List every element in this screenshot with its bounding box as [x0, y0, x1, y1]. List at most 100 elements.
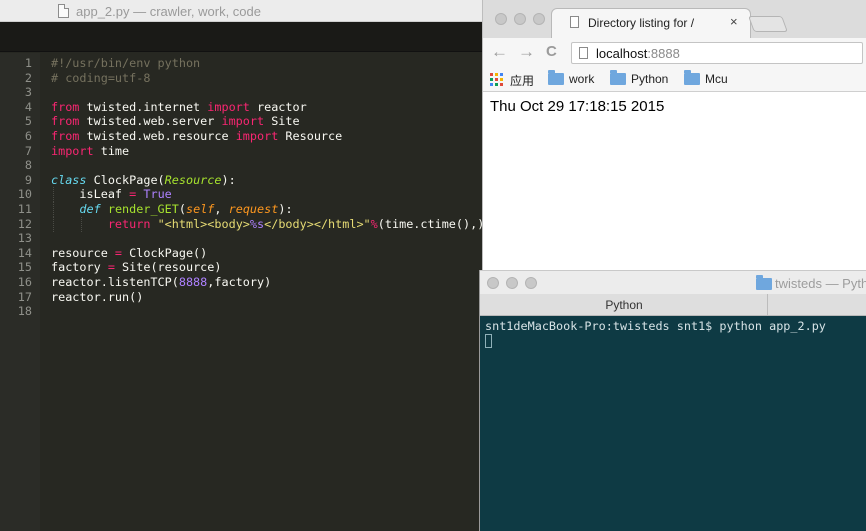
- code-token: from: [51, 99, 80, 114]
- minimize-window-icon[interactable]: [514, 13, 526, 25]
- line-number: 8: [24, 158, 32, 173]
- terminal-titlebar[interactable]: twisteds — Pyth: [480, 270, 866, 294]
- code-line: from twisted.web.resource import Resourc…: [51, 129, 342, 144]
- code-token: return: [107, 216, 151, 231]
- browser-window: Directory listing for / × ← → C localhos…: [482, 0, 866, 270]
- code-token: # coding=utf-8: [51, 70, 151, 85]
- line-number: 3: [24, 85, 32, 100]
- browser-toolbar: ← → C localhost:8888: [483, 38, 866, 66]
- bookmark-apps[interactable]: 应用: [490, 71, 540, 88]
- zoom-window-icon[interactable]: [533, 13, 545, 25]
- terminal-tab-python[interactable]: Python: [480, 294, 768, 315]
- terminal-tab-bar: Python: [480, 294, 866, 316]
- code-token: True: [143, 187, 172, 202]
- code-token: import: [235, 129, 279, 143]
- code-area[interactable]: 1 2 3 4 5 6 7 8 9 10 11 12 13 14 15 16 17 18 #!/usr/bin/e…: [0, 53, 485, 531]
- code-token: "<html><body>: [157, 216, 250, 231]
- editor-window-title: app_2.py — crawler, work, code: [76, 4, 261, 19]
- folder-icon: [756, 275, 772, 290]
- address-bar-url: localhost:8888: [596, 46, 680, 61]
- code-token: 8888: [178, 275, 208, 289]
- zoom-window-icon[interactable]: [525, 277, 537, 289]
- line-number: 18: [17, 304, 32, 319]
- document-icon: [58, 4, 69, 18]
- code-token: twisted.web.resource: [79, 129, 236, 143]
- bookmark-label: work: [569, 72, 595, 86]
- editor-titlebar[interactable]: app_2.py — crawler, work, code: [0, 0, 482, 22]
- line-number: 1: [24, 56, 32, 70]
- close-tab-icon[interactable]: ×: [730, 14, 738, 29]
- code-token: ,factory): [207, 275, 272, 289]
- address-bar[interactable]: localhost:8888: [571, 42, 863, 64]
- code-token: Resource: [164, 172, 222, 187]
- close-window-icon[interactable]: [487, 277, 499, 289]
- code-token: reactor.run(): [51, 289, 144, 304]
- reload-icon[interactable]: C: [546, 42, 557, 62]
- code-token: (: [157, 172, 165, 187]
- code-line: from twisted.internet import reactor: [51, 100, 307, 115]
- minimize-window-icon[interactable]: [506, 277, 518, 289]
- code-token: reactor: [249, 99, 307, 114]
- code-token: =: [107, 260, 115, 275]
- line-number: 15: [17, 260, 32, 275]
- code-line: def render_GET(self, request):: [51, 202, 293, 217]
- terminal-window-title: twisteds — Pyth: [775, 276, 866, 291]
- code-token: import: [51, 143, 94, 158]
- terminal-window: twisteds — Pyth Python snt1deMacBook-Pro…: [479, 270, 866, 531]
- code-token: import: [221, 114, 265, 129]
- indent-guide: [53, 202, 54, 217]
- bookmark-python[interactable]: Python: [610, 70, 675, 87]
- code-token: twisted.web.server: [79, 114, 222, 129]
- back-arrow-icon[interactable]: ←: [491, 42, 508, 62]
- indent-guide: [81, 216, 83, 232]
- page-icon: [579, 47, 588, 59]
- page-timestamp-text: Thu Oct 29 17:18:15 2015: [490, 98, 665, 115]
- code-line: from twisted.web.server import Site: [51, 114, 300, 129]
- code-token: =: [114, 245, 123, 260]
- code-token: </body></html>": [264, 216, 371, 231]
- browser-tab-strip: Directory listing for / ×: [483, 0, 866, 38]
- forward-arrow-icon[interactable]: →: [518, 42, 535, 62]
- terminal-output[interactable]: snt1deMacBook-Pro:twisteds snt1$ python …: [480, 316, 866, 531]
- bookmark-work[interactable]: work: [548, 70, 603, 87]
- code-token: ClockPage: [93, 172, 158, 187]
- code-token: reactor.listenTCP(: [51, 275, 179, 289]
- code-token: (time.ctime(),): [377, 216, 485, 231]
- new-tab-button[interactable]: [748, 16, 788, 32]
- code-token: ):: [278, 202, 293, 216]
- code-line: reactor.run(): [51, 290, 143, 305]
- code-token: factory: [51, 260, 108, 275]
- line-number: 7: [24, 143, 32, 158]
- close-window-icon[interactable]: [495, 13, 507, 25]
- bookmark-label: Mcu: [705, 72, 728, 86]
- line-number: 17: [17, 289, 32, 304]
- bookmark-mcu[interactable]: Mcu: [684, 70, 739, 87]
- editor-window: app_2.py — crawler, work, code 123456789…: [0, 0, 485, 531]
- code-token: %s: [249, 216, 265, 231]
- code-line: factory = Site(resource): [51, 260, 221, 275]
- bookmark-label: Python: [631, 72, 669, 86]
- line-number: 14: [17, 245, 32, 260]
- code-token: ):: [221, 172, 236, 187]
- code-line: reactor.listenTCP(8888,factory): [51, 275, 271, 290]
- code-token: from: [51, 129, 80, 143]
- code-token: import: [207, 99, 250, 114]
- code-token: render_GET: [107, 202, 179, 216]
- code-token: Site: [264, 114, 300, 129]
- browser-tab[interactable]: Directory listing for / ×: [551, 8, 751, 38]
- browser-tab-title: Directory listing for /: [588, 16, 695, 30]
- folder-icon: [548, 70, 564, 85]
- code-token: ,: [214, 202, 229, 216]
- code-line: # coding=utf-8: [51, 71, 150, 86]
- line-number: 16: [17, 275, 32, 289]
- bookmarks-bar: 应用 work Python Mcu: [483, 66, 866, 92]
- line-number-gutter: 1 2 3 4 5 6 7 8 9 10 11 12 13 14 15 16 17 18: [0, 53, 40, 531]
- code-token: isLeaf: [51, 187, 130, 202]
- code-token: class: [51, 172, 87, 187]
- code-line: class ClockPage(Resource):: [51, 173, 236, 188]
- code-line: import time: [51, 144, 129, 159]
